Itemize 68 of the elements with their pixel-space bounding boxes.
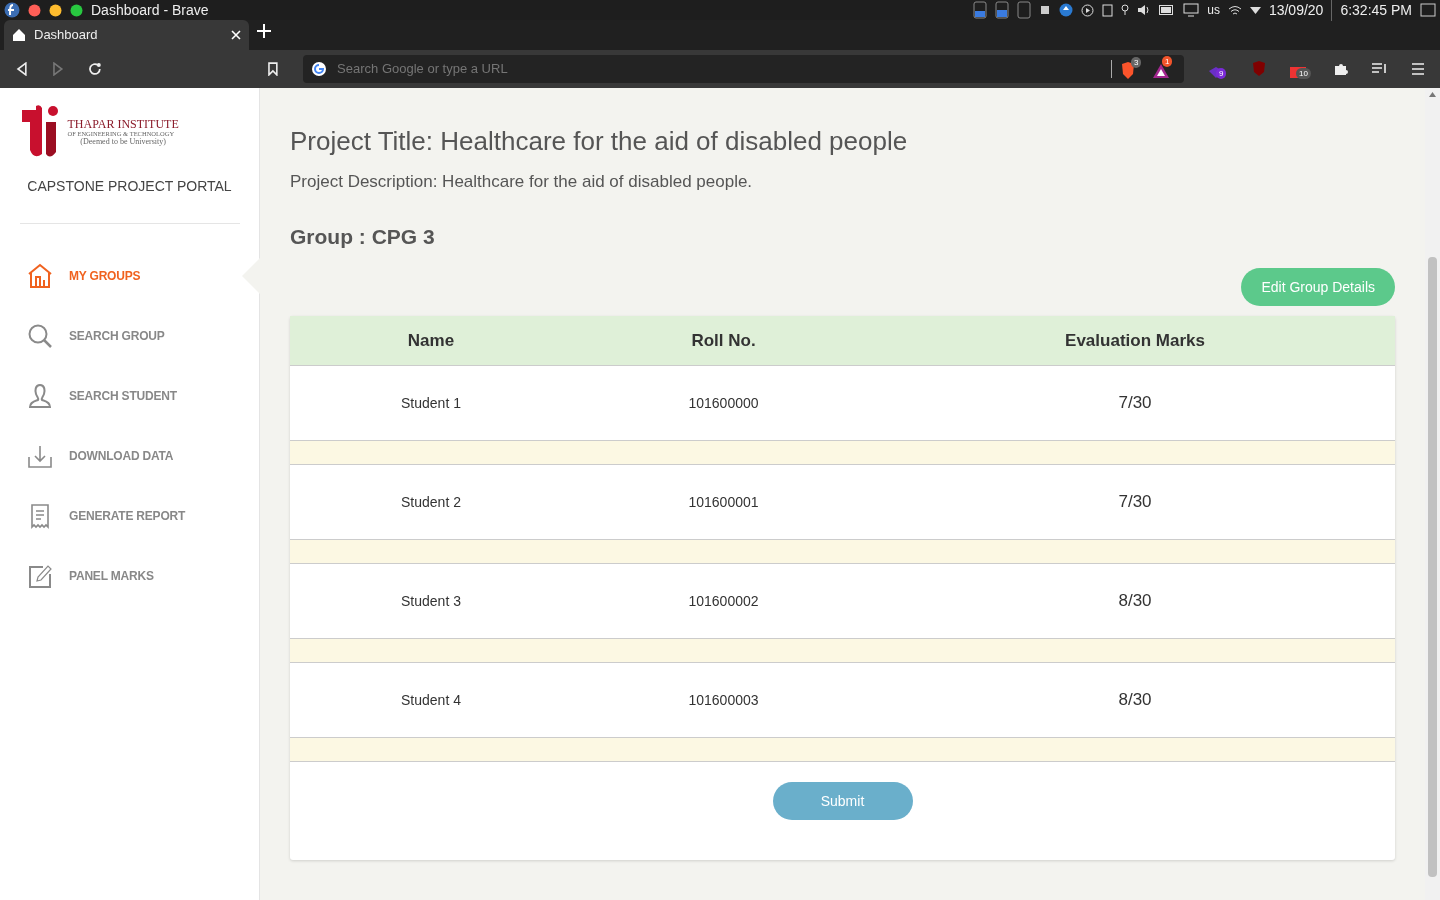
address-bar[interactable]: Search Google or type a URL 3 1 <box>303 55 1184 83</box>
battery-icon <box>1159 5 1176 15</box>
fedora-icon <box>4 2 20 18</box>
table-cell: 101600001 <box>688 493 759 510</box>
table-cell: 8/30 <box>1118 591 1152 611</box>
sidebar-item[interactable]: DOWNLOAD DATA <box>69 447 174 465</box>
close-icon[interactable] <box>231 30 241 40</box>
portal-title: CAPSTONE PROJECT PORTAL <box>27 177 232 196</box>
date: 13/09/20 <box>1268 0 1324 20</box>
project-title: Project Title: Healthcare for the aid of disabled people <box>290 125 909 158</box>
institute-name: THAPAR INSTITUTE <box>67 118 179 131</box>
reload-icon[interactable] <box>87 62 102 76</box>
battery-meter-icon <box>973 1 988 19</box>
column-header: Evaluation Marks <box>1065 330 1205 350</box>
keyboard-layout[interactable]: us <box>1207 1 1220 19</box>
forward-icon[interactable] <box>51 62 64 76</box>
scroll-up-icon[interactable] <box>1429 92 1436 97</box>
person-icon <box>27 383 53 409</box>
bulb-icon <box>1121 4 1130 16</box>
table-cell: Student 1 <box>401 394 461 411</box>
dropdown-icon <box>1249 6 1261 14</box>
column-header: Roll No. <box>691 330 756 350</box>
table-cell: 101600003 <box>688 691 759 708</box>
table-cell: 101600000 <box>688 394 759 411</box>
close-button[interactable] <box>28 3 41 17</box>
bookmark-icon[interactable] <box>267 62 280 76</box>
window-icon[interactable] <box>1420 3 1436 17</box>
update-icon <box>1059 3 1074 17</box>
institute-note: (Deemed to be University) <box>79 137 167 146</box>
sidebar-item[interactable]: GENERATE REPORT <box>69 507 186 525</box>
wifi-icon <box>1227 4 1242 16</box>
download-icon <box>27 443 53 469</box>
minimize-button[interactable] <box>49 3 62 17</box>
edit-group-button[interactable]: Edit Group Details <box>1241 268 1395 306</box>
back-icon[interactable] <box>16 62 28 76</box>
new-tab-icon[interactable] <box>257 23 271 38</box>
google-icon <box>311 61 328 77</box>
playlist-icon[interactable] <box>1372 63 1388 75</box>
monitor-icon <box>1183 3 1200 17</box>
table-cell: 101600002 <box>688 592 759 609</box>
table-cell: Student 4 <box>401 691 461 708</box>
edit-icon <box>27 563 53 589</box>
search-icon <box>27 323 53 349</box>
table-cell: Student 2 <box>401 493 461 510</box>
maximize-button[interactable] <box>70 3 83 17</box>
home-icon <box>27 263 53 289</box>
group-heading: Group : CPG 3 <box>290 223 436 250</box>
project-description: Project Description: Healthcare for the aid of disabled people. <box>290 171 754 193</box>
battery-meter-icon <box>1017 1 1032 19</box>
home-icon <box>12 28 26 42</box>
column-header: Name <box>407 330 455 350</box>
table-cell: 7/30 <box>1118 492 1152 512</box>
sidebar-item[interactable]: PANEL MARKS <box>69 567 154 585</box>
sidebar-item[interactable]: MY GROUPS <box>69 267 141 285</box>
window-title: Dashboard - Brave <box>91 0 209 20</box>
volume-icon <box>1137 4 1152 16</box>
table-cell: Student 3 <box>401 592 461 609</box>
sidebar-item[interactable]: SEARCH STUDENT <box>69 387 177 405</box>
submit-button[interactable]: Submit <box>772 782 913 820</box>
table-cell: 8/30 <box>1118 690 1152 710</box>
play-icon <box>1081 3 1095 17</box>
battery-meter-icon <box>995 1 1010 19</box>
table-cell: 7/30 <box>1118 393 1152 413</box>
browser-tab[interactable]: Dashboard <box>4 20 249 50</box>
sidebar-item[interactable]: SEARCH GROUP <box>69 327 165 345</box>
active-item-pointer <box>242 258 260 294</box>
puzzle-icon[interactable] <box>1334 62 1348 76</box>
menu-icon[interactable] <box>1412 63 1424 75</box>
